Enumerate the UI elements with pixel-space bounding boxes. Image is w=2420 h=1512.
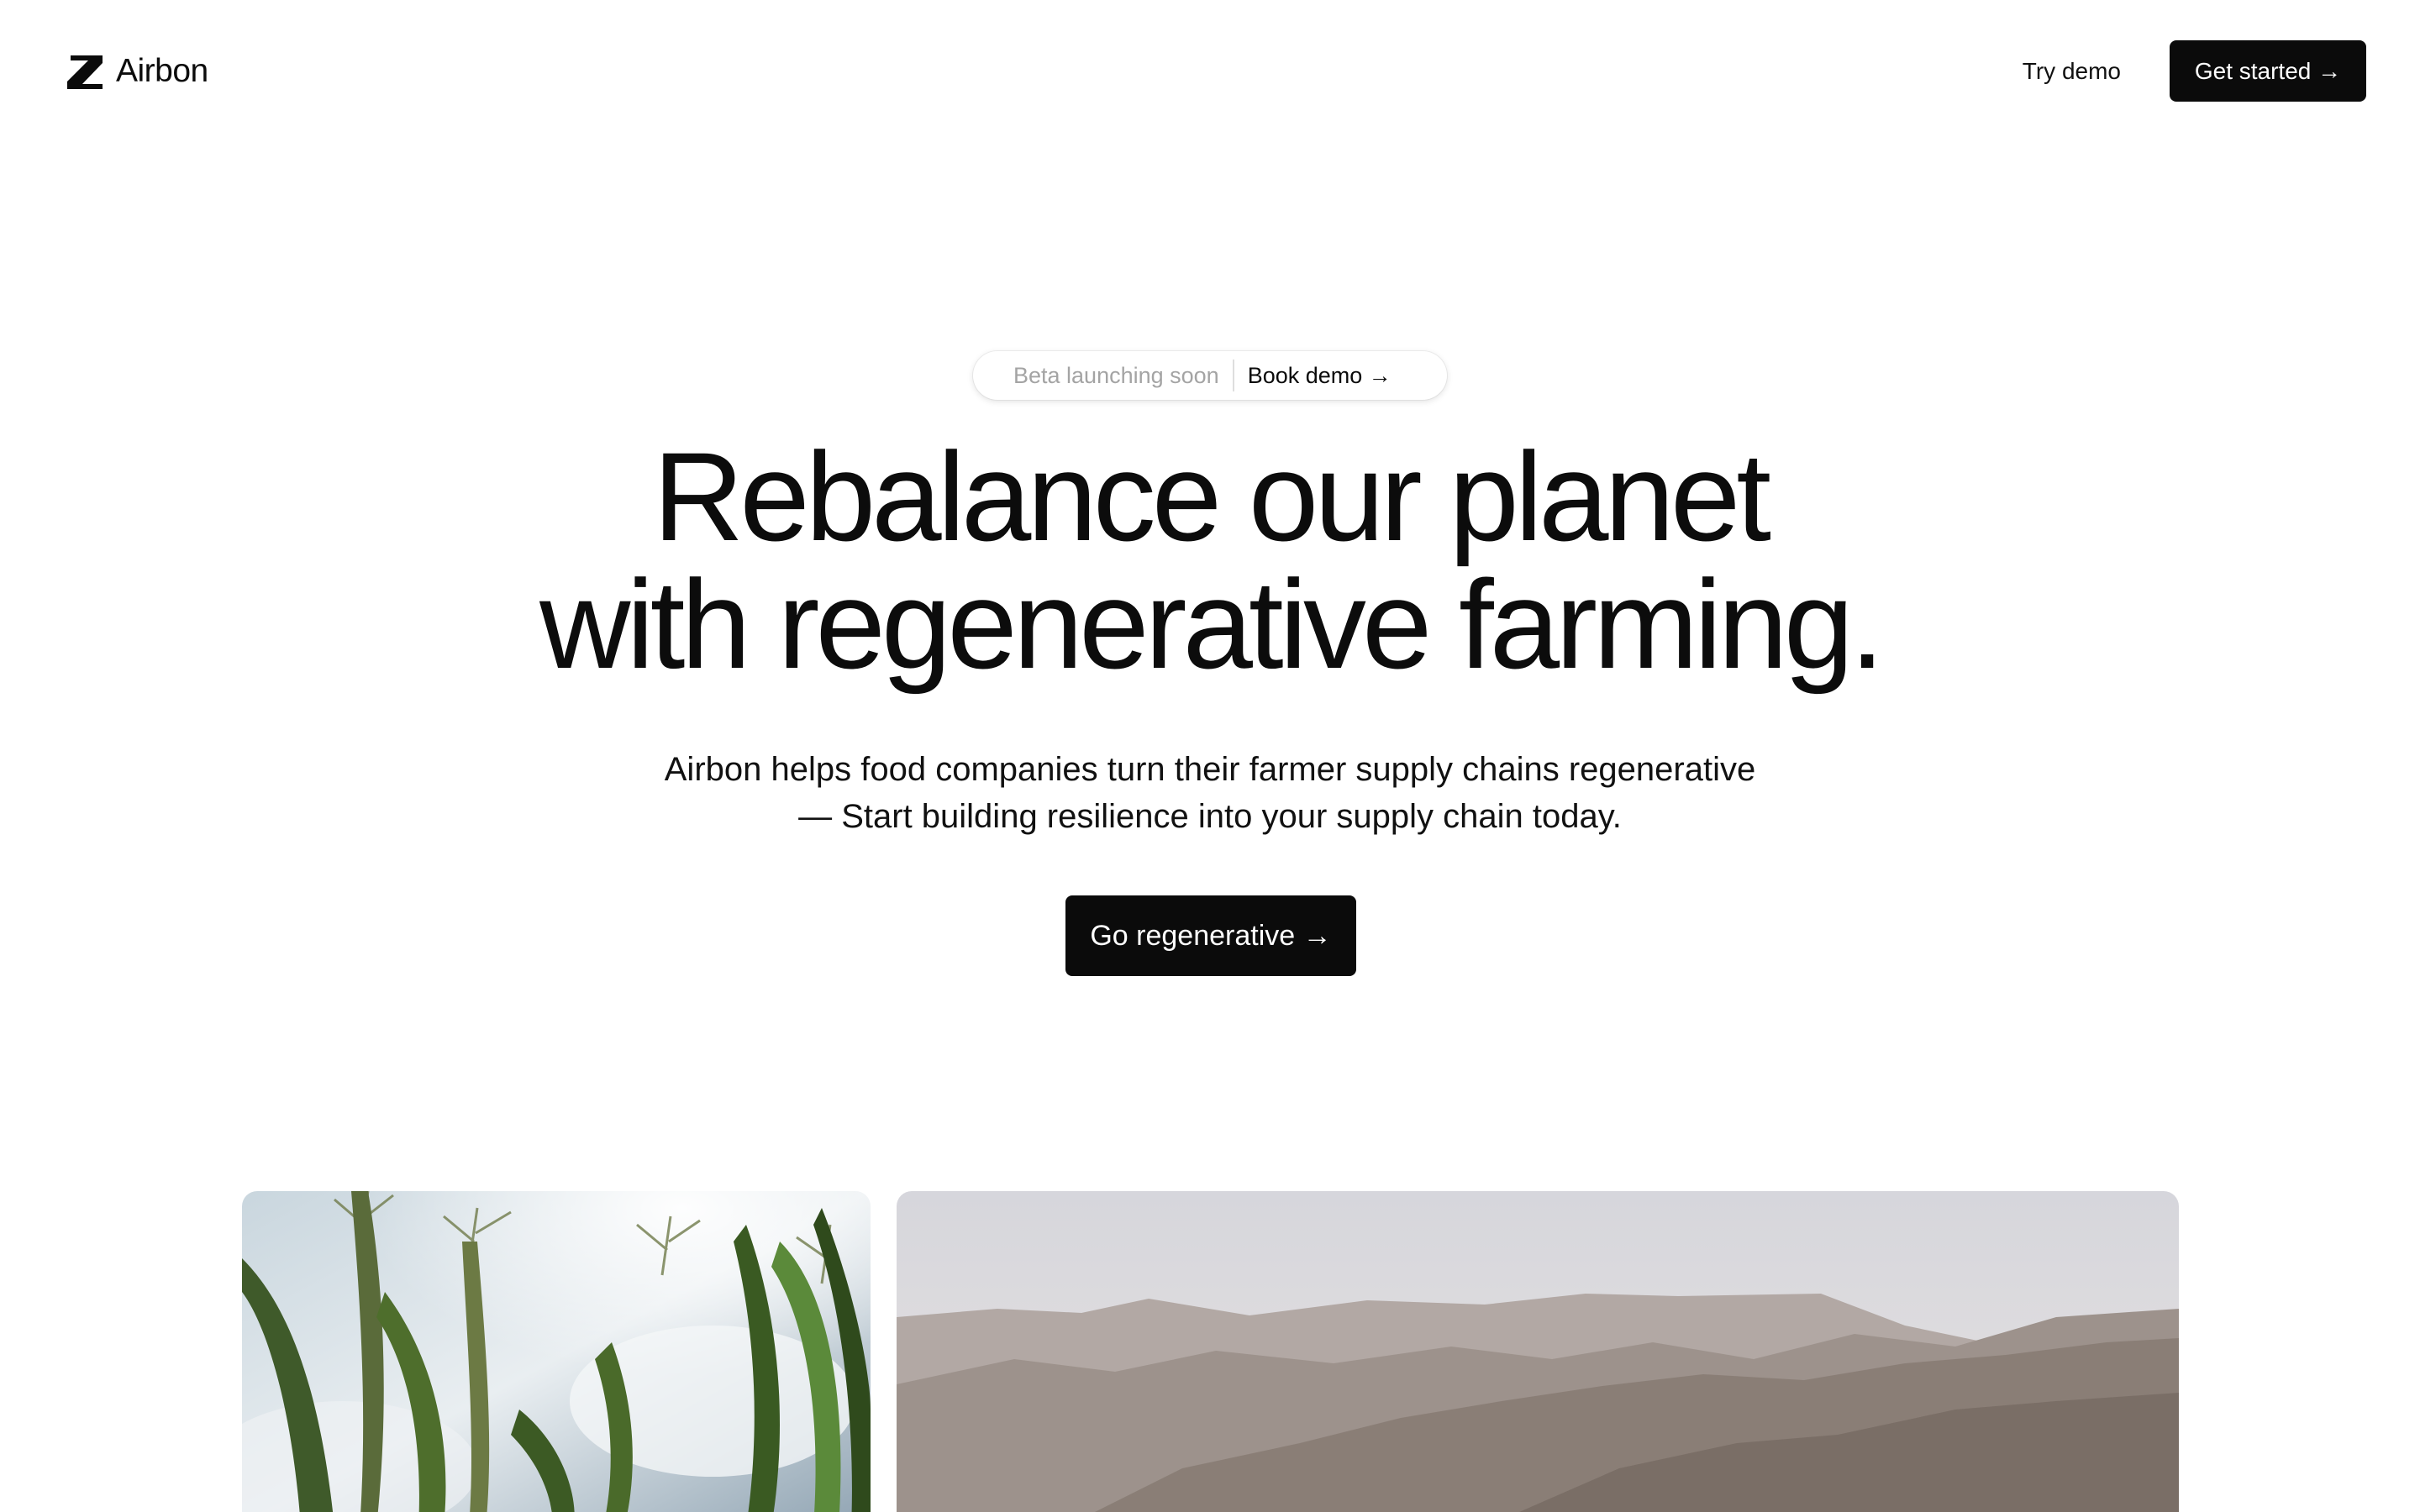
corn-field-photo <box>242 1191 871 1512</box>
site-header: Airbon Try demo Get started → <box>0 0 2420 143</box>
subtext-line: — Start building resilience into your su… <box>798 798 1622 835</box>
headline-line: Rebalance our planet <box>652 426 1771 567</box>
try-demo-link[interactable]: Try demo <box>2023 58 2121 85</box>
top-nav: Try demo Get started → <box>2023 40 2366 102</box>
announcement-pill: Beta launching soon Book demo → <box>973 351 1447 400</box>
brand-home-link[interactable]: Airbon <box>66 52 208 91</box>
hero-headline: Rebalance our planet with regenerative f… <box>0 433 2420 688</box>
pill-divider <box>1232 360 1234 391</box>
landing-page: Airbon Try demo Get started → Beta launc… <box>0 0 2420 1512</box>
airbon-logo-icon <box>67 55 103 89</box>
headline-line: with regenerative farming. <box>539 554 1885 695</box>
hero-subtext: Airbon helps food companies turn their f… <box>0 746 2420 840</box>
get-started-button[interactable]: Get started → <box>2170 40 2366 102</box>
mountain-hills-photo <box>897 1191 2179 1512</box>
brand-name: Airbon <box>116 53 208 89</box>
beta-note: Beta launching soon <box>1013 362 1219 388</box>
subtext-line: Airbon helps food companies turn their f… <box>664 751 1756 788</box>
go-regenerative-button[interactable]: Go regenerative → <box>1065 895 1356 976</box>
book-demo-link[interactable]: Book demo → <box>1248 363 1392 389</box>
